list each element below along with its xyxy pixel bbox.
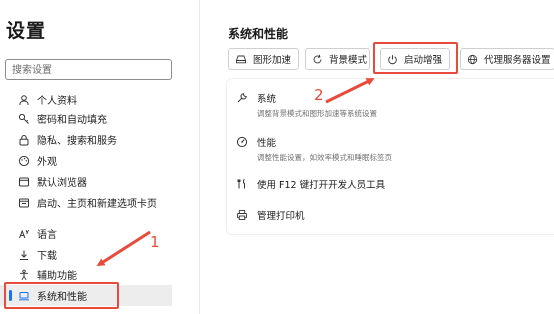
row-description: 调整性能设置，如效率模式和睡眠标签页 xyxy=(257,153,392,162)
sidebar-item-startup[interactable]: 启动、主页和新建选项卡页 xyxy=(0,192,172,213)
sidebar-item-default-browser[interactable]: 默认浏览器 xyxy=(0,171,172,192)
section-title: 系统和性能 xyxy=(228,27,289,41)
sidebar-item-profile[interactable]: 个人资料 xyxy=(0,89,172,110)
tab-label: 代理服务器设置 xyxy=(484,55,551,66)
settings-card: 系统 调整背景模式和图形加速等系统设置 性能 调整性能设置，如效率模式和睡眠标签… xyxy=(227,79,554,234)
highlight-box-startup-boost xyxy=(373,42,458,74)
step-number-1: 1 xyxy=(150,233,160,251)
row-title: 性能 xyxy=(257,138,277,149)
lock-icon xyxy=(17,133,31,147)
drive-icon xyxy=(235,54,247,64)
sidebar-item-label: 启动、主页和新建选项卡页 xyxy=(37,199,157,210)
sidebar-item-label: 默认浏览器 xyxy=(37,178,87,189)
tab-label: 背景模式 xyxy=(329,55,368,66)
gauge-icon xyxy=(235,135,249,149)
search-input[interactable]: 搜索设置 xyxy=(5,59,172,80)
row-devtools[interactable]: 使用 F12 键打开开发人员工具 xyxy=(235,177,385,191)
sidebar-item-label: 语言 xyxy=(37,230,57,241)
language-icon xyxy=(17,227,31,241)
browser-icon xyxy=(17,175,31,189)
globe-icon xyxy=(467,54,478,65)
sidebar: 设置 搜索设置 个人资料 密码和自动填充 隐私、搜索和服务 外观 默认浏览器 启… xyxy=(0,0,200,314)
power-icon xyxy=(17,196,31,210)
tab-proxy-settings[interactable]: 代理服务器设置 xyxy=(460,48,554,70)
tab-label: 图形加速 xyxy=(253,55,292,66)
tab-background-mode[interactable]: 背景模式 xyxy=(305,48,370,70)
wrench-icon xyxy=(235,91,249,105)
page-title: 设置 xyxy=(6,20,47,42)
sidebar-item-label: 下载 xyxy=(37,251,57,262)
accessibility-icon xyxy=(17,268,31,282)
sidebar-item-label: 隐私、搜索和服务 xyxy=(37,136,117,147)
sidebar-item-downloads[interactable]: 下载 xyxy=(0,244,172,265)
profile-icon xyxy=(17,93,31,107)
sidebar-item-label: 外观 xyxy=(37,157,57,168)
refresh-icon xyxy=(312,54,323,65)
row-performance[interactable]: 性能 调整性能设置，如效率模式和睡眠标签页 xyxy=(235,135,392,163)
row-description: 调整背景模式和图形加速等系统设置 xyxy=(257,109,377,118)
row-title: 使用 F12 键打开开发人员工具 xyxy=(257,180,386,191)
row-printers[interactable]: 管理打印机 xyxy=(235,208,305,222)
sidebar-item-passwords[interactable]: 密码和自动填充 xyxy=(0,108,172,129)
download-icon xyxy=(17,248,31,262)
devtools-icon xyxy=(235,177,249,191)
tab-graphics-acceleration[interactable]: 图形加速 xyxy=(228,48,299,70)
step-number-2: 2 xyxy=(314,86,324,104)
key-icon xyxy=(17,112,31,126)
sidebar-item-label: 辅助功能 xyxy=(37,271,77,282)
sidebar-item-label: 密码和自动填充 xyxy=(37,115,107,126)
row-system[interactable]: 系统 调整背景模式和图形加速等系统设置 xyxy=(235,91,377,119)
row-title: 管理打印机 xyxy=(257,211,305,222)
sidebar-item-language[interactable]: 语言 xyxy=(0,223,172,244)
printer-icon xyxy=(235,208,249,222)
sidebar-item-privacy[interactable]: 隐私、搜索和服务 xyxy=(0,129,172,150)
highlight-box-system xyxy=(4,282,119,309)
appearance-icon xyxy=(17,154,31,168)
sidebar-item-label: 个人资料 xyxy=(37,96,77,107)
sidebar-item-appearance[interactable]: 外观 xyxy=(0,150,172,171)
